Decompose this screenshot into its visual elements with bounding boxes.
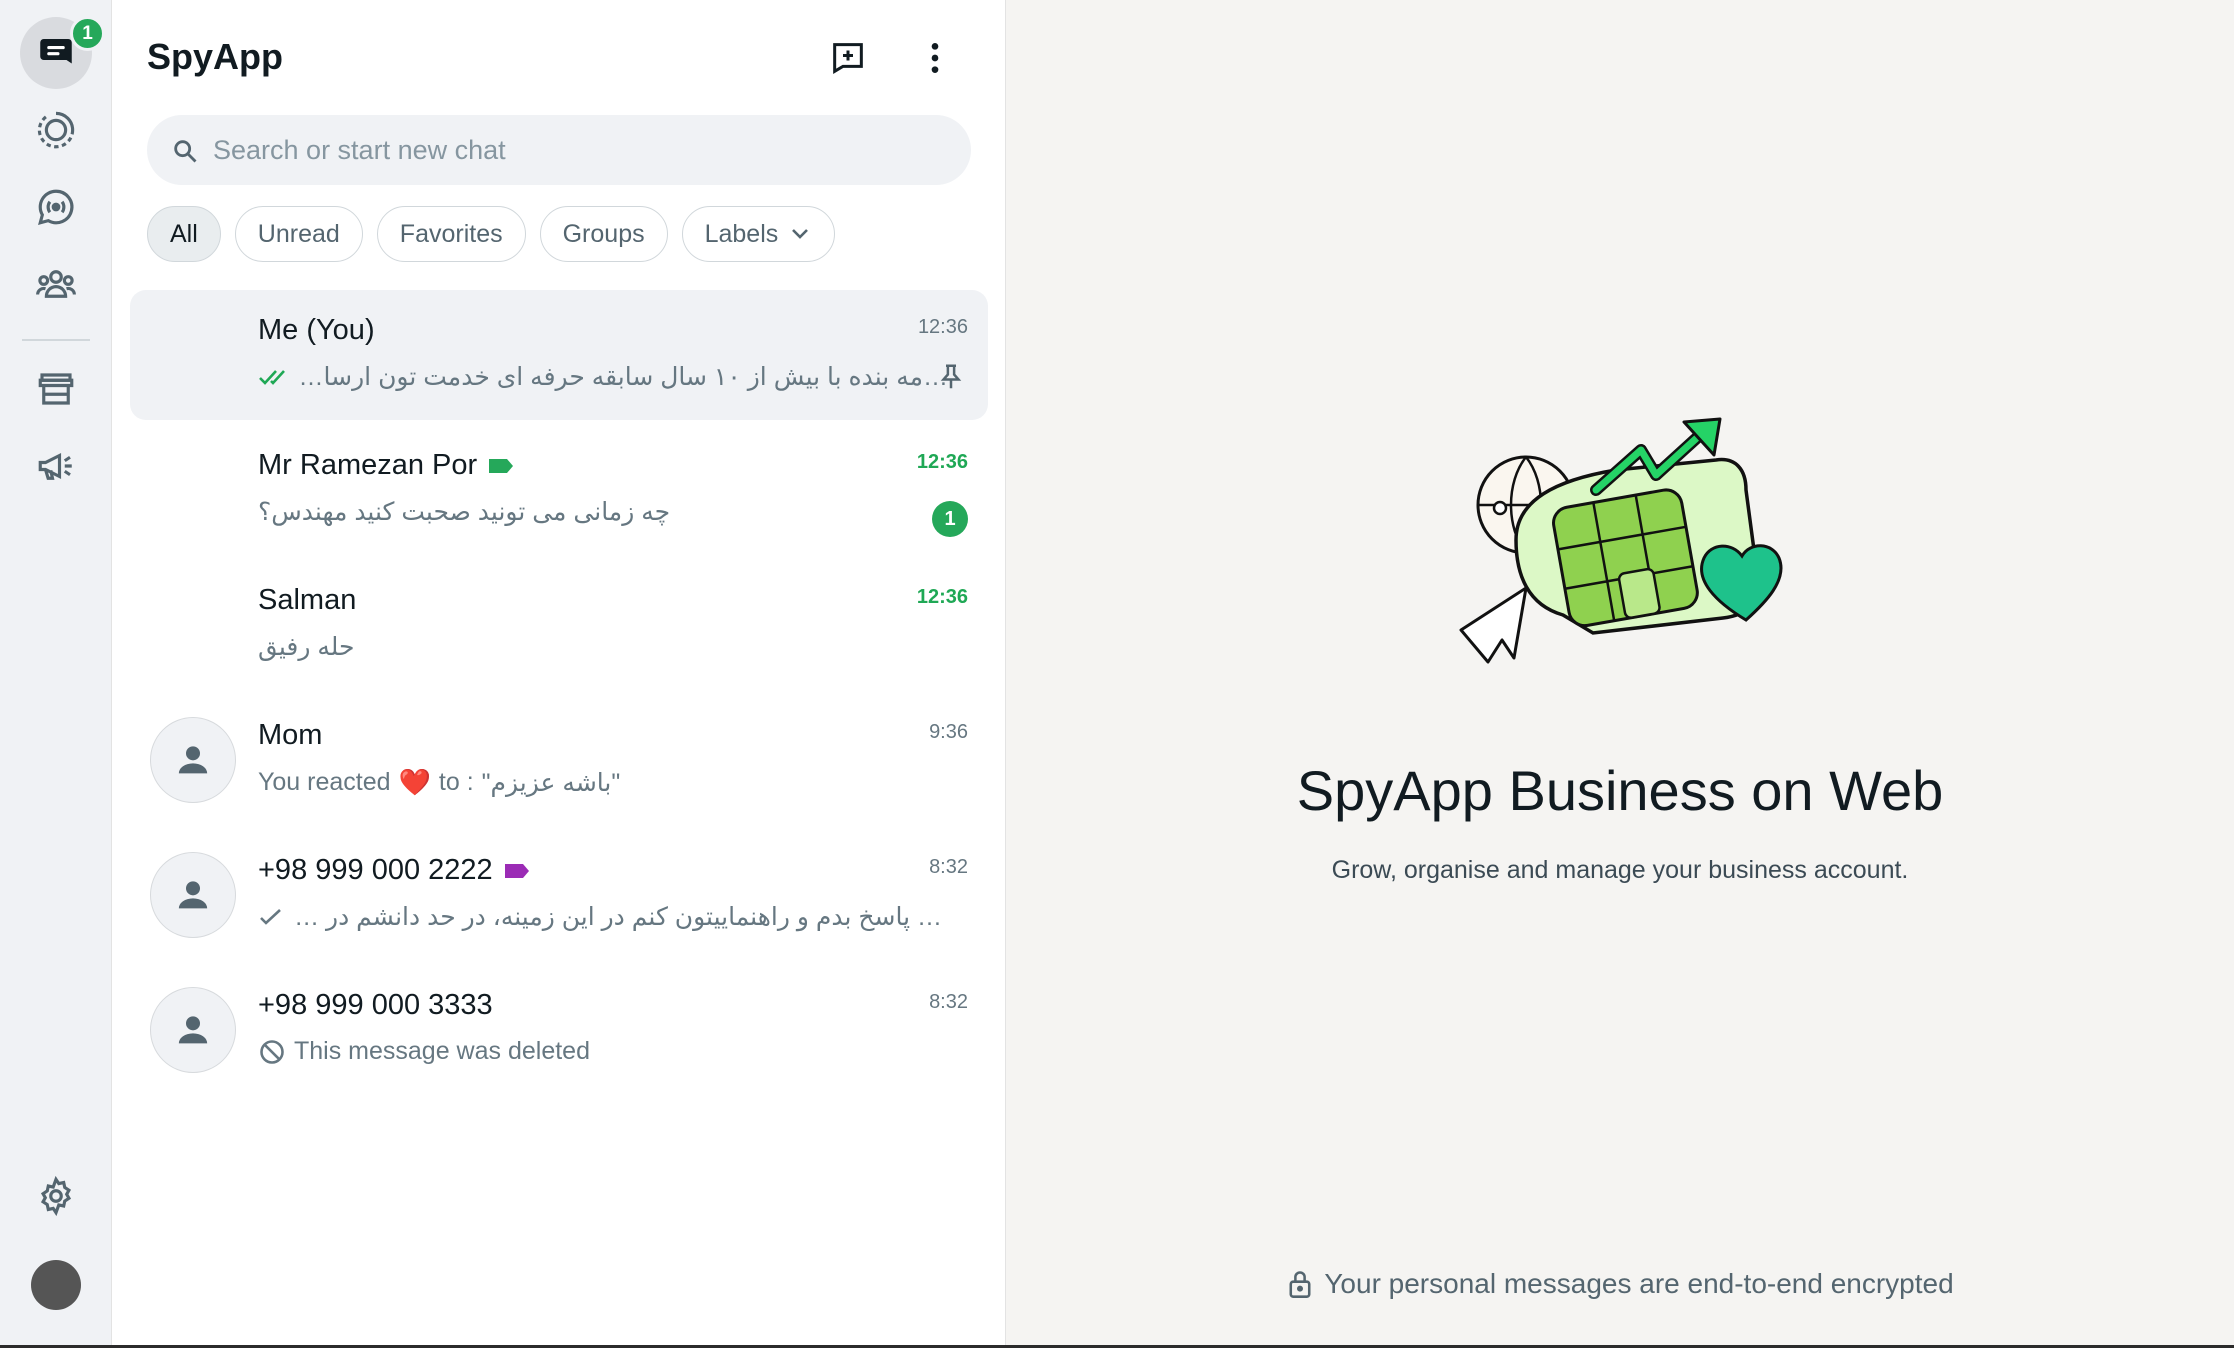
chat-name: +98 999 000 2222 (258, 854, 531, 887)
chat-preview: چه زمانی می تونید صحبت کنید مهندس؟ (258, 497, 958, 527)
encryption-text: Your personal messages are end-to-end en… (1324, 1268, 1954, 1299)
chat-time: 9:36 (929, 721, 968, 743)
rail-divider (22, 339, 90, 341)
profile-avatar[interactable] (31, 1260, 81, 1310)
chat-preview-text: This message was deleted (294, 1037, 590, 1065)
chat-item-mom[interactable]: Mom 9:36 You reacted ❤️ to : "باشه عزیزم… (130, 695, 988, 825)
contact-avatar (150, 987, 236, 1073)
chat-item-98-999-000-2222[interactable]: +98 999 000 2222 8:32 … پاسخ بدم و راهنم… (130, 830, 988, 960)
settings-gear-icon (40, 1175, 72, 1217)
advertise-megaphone-icon (38, 452, 72, 480)
deleted-ban-icon (260, 1039, 284, 1064)
search-bar (147, 115, 971, 185)
default-person-icon (178, 1016, 208, 1044)
chat-preview: This message was deleted (258, 1037, 958, 1066)
chat-name: +98 999 000 3333 (258, 989, 493, 1022)
chat-name: Salman (258, 584, 356, 617)
chat-name-text: Me (You) (258, 314, 375, 346)
chat-name: Mom (258, 719, 322, 752)
chat-preview: …مه بنده با بیش از ۱۰ سال سابقه حرفه ای … (258, 362, 958, 392)
label-tag-icon (489, 458, 514, 473)
chat-item-98-999-000-3333[interactable]: +98 999 000 3333 8:32 This message was d… (130, 965, 988, 1095)
single-check-sent-icon (260, 909, 281, 925)
filter-favorites[interactable]: Favorites (376, 206, 526, 262)
chat-name-text: +98 999 000 3333 (258, 989, 493, 1021)
filter-all[interactable]: All (147, 206, 221, 262)
chat-time: 8:32 (929, 856, 968, 878)
chat-item-me[interactable]: Me (You) 12:36 …مه بنده با بیش از ۱۰ سال… (130, 290, 988, 420)
menu-button[interactable] (913, 36, 957, 80)
label-tag-icon (504, 863, 529, 878)
intro-subtitle: Grow, organise and manage your business … (1331, 856, 1909, 884)
chat-name-text: Mr Ramezan Por (258, 449, 478, 481)
new-chat-icon (833, 43, 863, 74)
intro-panel: SpyApp Business on Web Grow, organise an… (1006, 0, 2234, 1345)
chat-time: 8:32 (929, 991, 968, 1013)
status-icon (37, 111, 75, 149)
chat-preview: You reacted ❤️ to : "باشه عزیزم" (258, 767, 958, 798)
rail-communities-button[interactable] (20, 248, 92, 320)
intro-title: SpyApp Business on Web (1296, 759, 1944, 822)
rail-advertise-button[interactable] (20, 430, 92, 502)
rail-channels-button[interactable] (20, 171, 92, 243)
rail-unread-badge: 1 (70, 16, 105, 51)
business-illustration (1459, 417, 1783, 664)
unread-count-badge: 1 (932, 501, 968, 537)
chat-preview: حله رفیق (258, 632, 958, 662)
search-input[interactable] (213, 115, 953, 185)
new-chat-button[interactable] (826, 36, 870, 80)
contact-avatar (150, 852, 236, 938)
chat-name: Me (You) (258, 314, 375, 347)
rail-status-button[interactable] (20, 94, 92, 166)
navigation-rail: 1 (0, 0, 112, 1345)
app-title: SpyApp (147, 36, 284, 77)
chat-preview-text: … پاسخ بدم و راهنماییتون کنم در این زمین… (292, 903, 942, 931)
chat-name-text: Mom (258, 719, 323, 751)
filter-labels-text: Labels (704, 219, 779, 248)
reaction-mid: to : (438, 768, 474, 796)
catalog-store-icon (38, 373, 74, 405)
app-window: 1 SpyApp Search or start new chat All Un… (0, 0, 2234, 1348)
chat-preview-text: …مه بنده با بیش از ۱۰ سال سابقه حرفه ای … (298, 363, 948, 391)
reaction-quote: "باشه عزیزم" (481, 768, 621, 797)
chat-preview: … پاسخ بدم و راهنماییتون کنم در این زمین… (258, 902, 958, 932)
default-person-icon (178, 746, 208, 774)
heart-reaction-icon: ❤️ (398, 767, 431, 797)
chat-list-panel: SpyApp All Unread Favorites Groups Lab (112, 0, 1006, 1345)
chat-name-text: Salman (258, 584, 357, 616)
lock-icon (1289, 1271, 1311, 1298)
chat-preview-text: چه زمانی می تونید صحبت کنید مهندس؟ (258, 498, 671, 526)
filter-labels[interactable]: Labels (681, 206, 836, 262)
pin-icon (940, 364, 962, 389)
default-person-icon (178, 881, 208, 909)
search-icon (174, 140, 197, 163)
double-check-read-icon (259, 370, 285, 385)
chat-time: 12:36 (916, 451, 968, 473)
chat-name: Mr Ramezan Por (258, 449, 515, 482)
chat-item-salman[interactable]: Salman 12:36 حله رفیق (130, 560, 988, 690)
rail-catalog-button[interactable] (20, 353, 92, 425)
filter-groups[interactable]: Groups (539, 206, 668, 262)
contact-avatar (150, 717, 236, 803)
filter-chips: All Unread Favorites Groups Labels (147, 206, 836, 262)
chat-item-mr-ramezan-por[interactable]: Mr Ramezan Por 12:36 چه زمانی می تونید ص… (130, 425, 988, 555)
chevron-down-icon (792, 229, 809, 239)
rail-settings-button[interactable] (20, 1160, 92, 1232)
chat-time: 12:36 (917, 316, 968, 338)
filter-unread[interactable]: Unread (234, 206, 363, 262)
reaction-prefix: You reacted (258, 768, 391, 796)
chat-preview-text: حله رفیق (258, 633, 355, 661)
chat-name-text: +98 999 000 2222 (258, 854, 493, 886)
more-vertical-icon (931, 43, 939, 73)
encryption-notice: Your personal messages are end-to-end en… (1006, 1268, 2234, 1300)
chat-time: 12:36 (916, 586, 968, 608)
channels-icon (38, 189, 74, 225)
communities-icon (36, 270, 76, 298)
